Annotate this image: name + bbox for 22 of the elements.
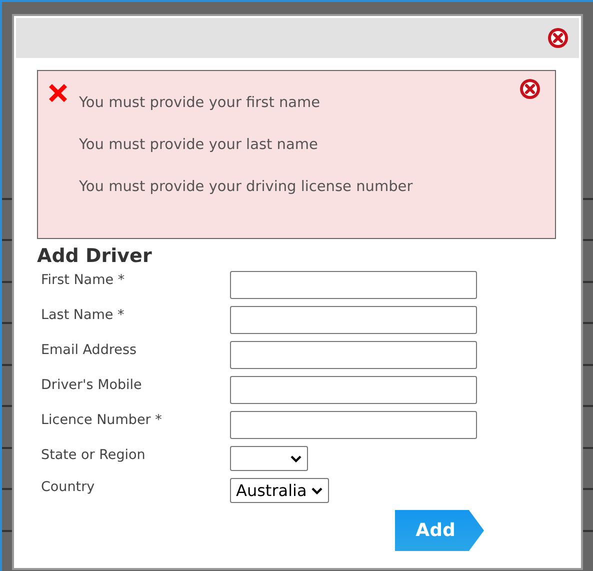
field-label: Country <box>41 478 96 497</box>
field-label: Driver's Mobile <box>41 376 143 395</box>
field-label: Email Address <box>41 341 138 360</box>
input-field[interactable] <box>230 271 477 299</box>
error-message: You must provide your last name <box>79 136 319 155</box>
input-field[interactable] <box>230 411 477 439</box>
field-label: Licence Number * <box>41 411 163 430</box>
error-message: You must provide your driving license number <box>79 178 414 197</box>
dropdown[interactable]: Australia <box>230 478 329 503</box>
field-label: State or Region <box>41 446 146 465</box>
close-icon[interactable] <box>519 78 541 100</box>
input-field[interactable] <box>230 376 477 404</box>
field-label: Last Name * <box>41 306 126 325</box>
chevron-icon <box>310 486 323 494</box>
input-field[interactable] <box>230 306 477 334</box>
field-label: First Name * <box>41 271 126 290</box>
error-message: You must provide your first name <box>79 94 322 113</box>
input-field[interactable] <box>230 341 477 369</box>
close-icon[interactable] <box>547 27 569 49</box>
chevron-icon <box>290 454 302 462</box>
form-title: Add Driver <box>37 245 153 267</box>
dropdown[interactable] <box>230 446 308 471</box>
